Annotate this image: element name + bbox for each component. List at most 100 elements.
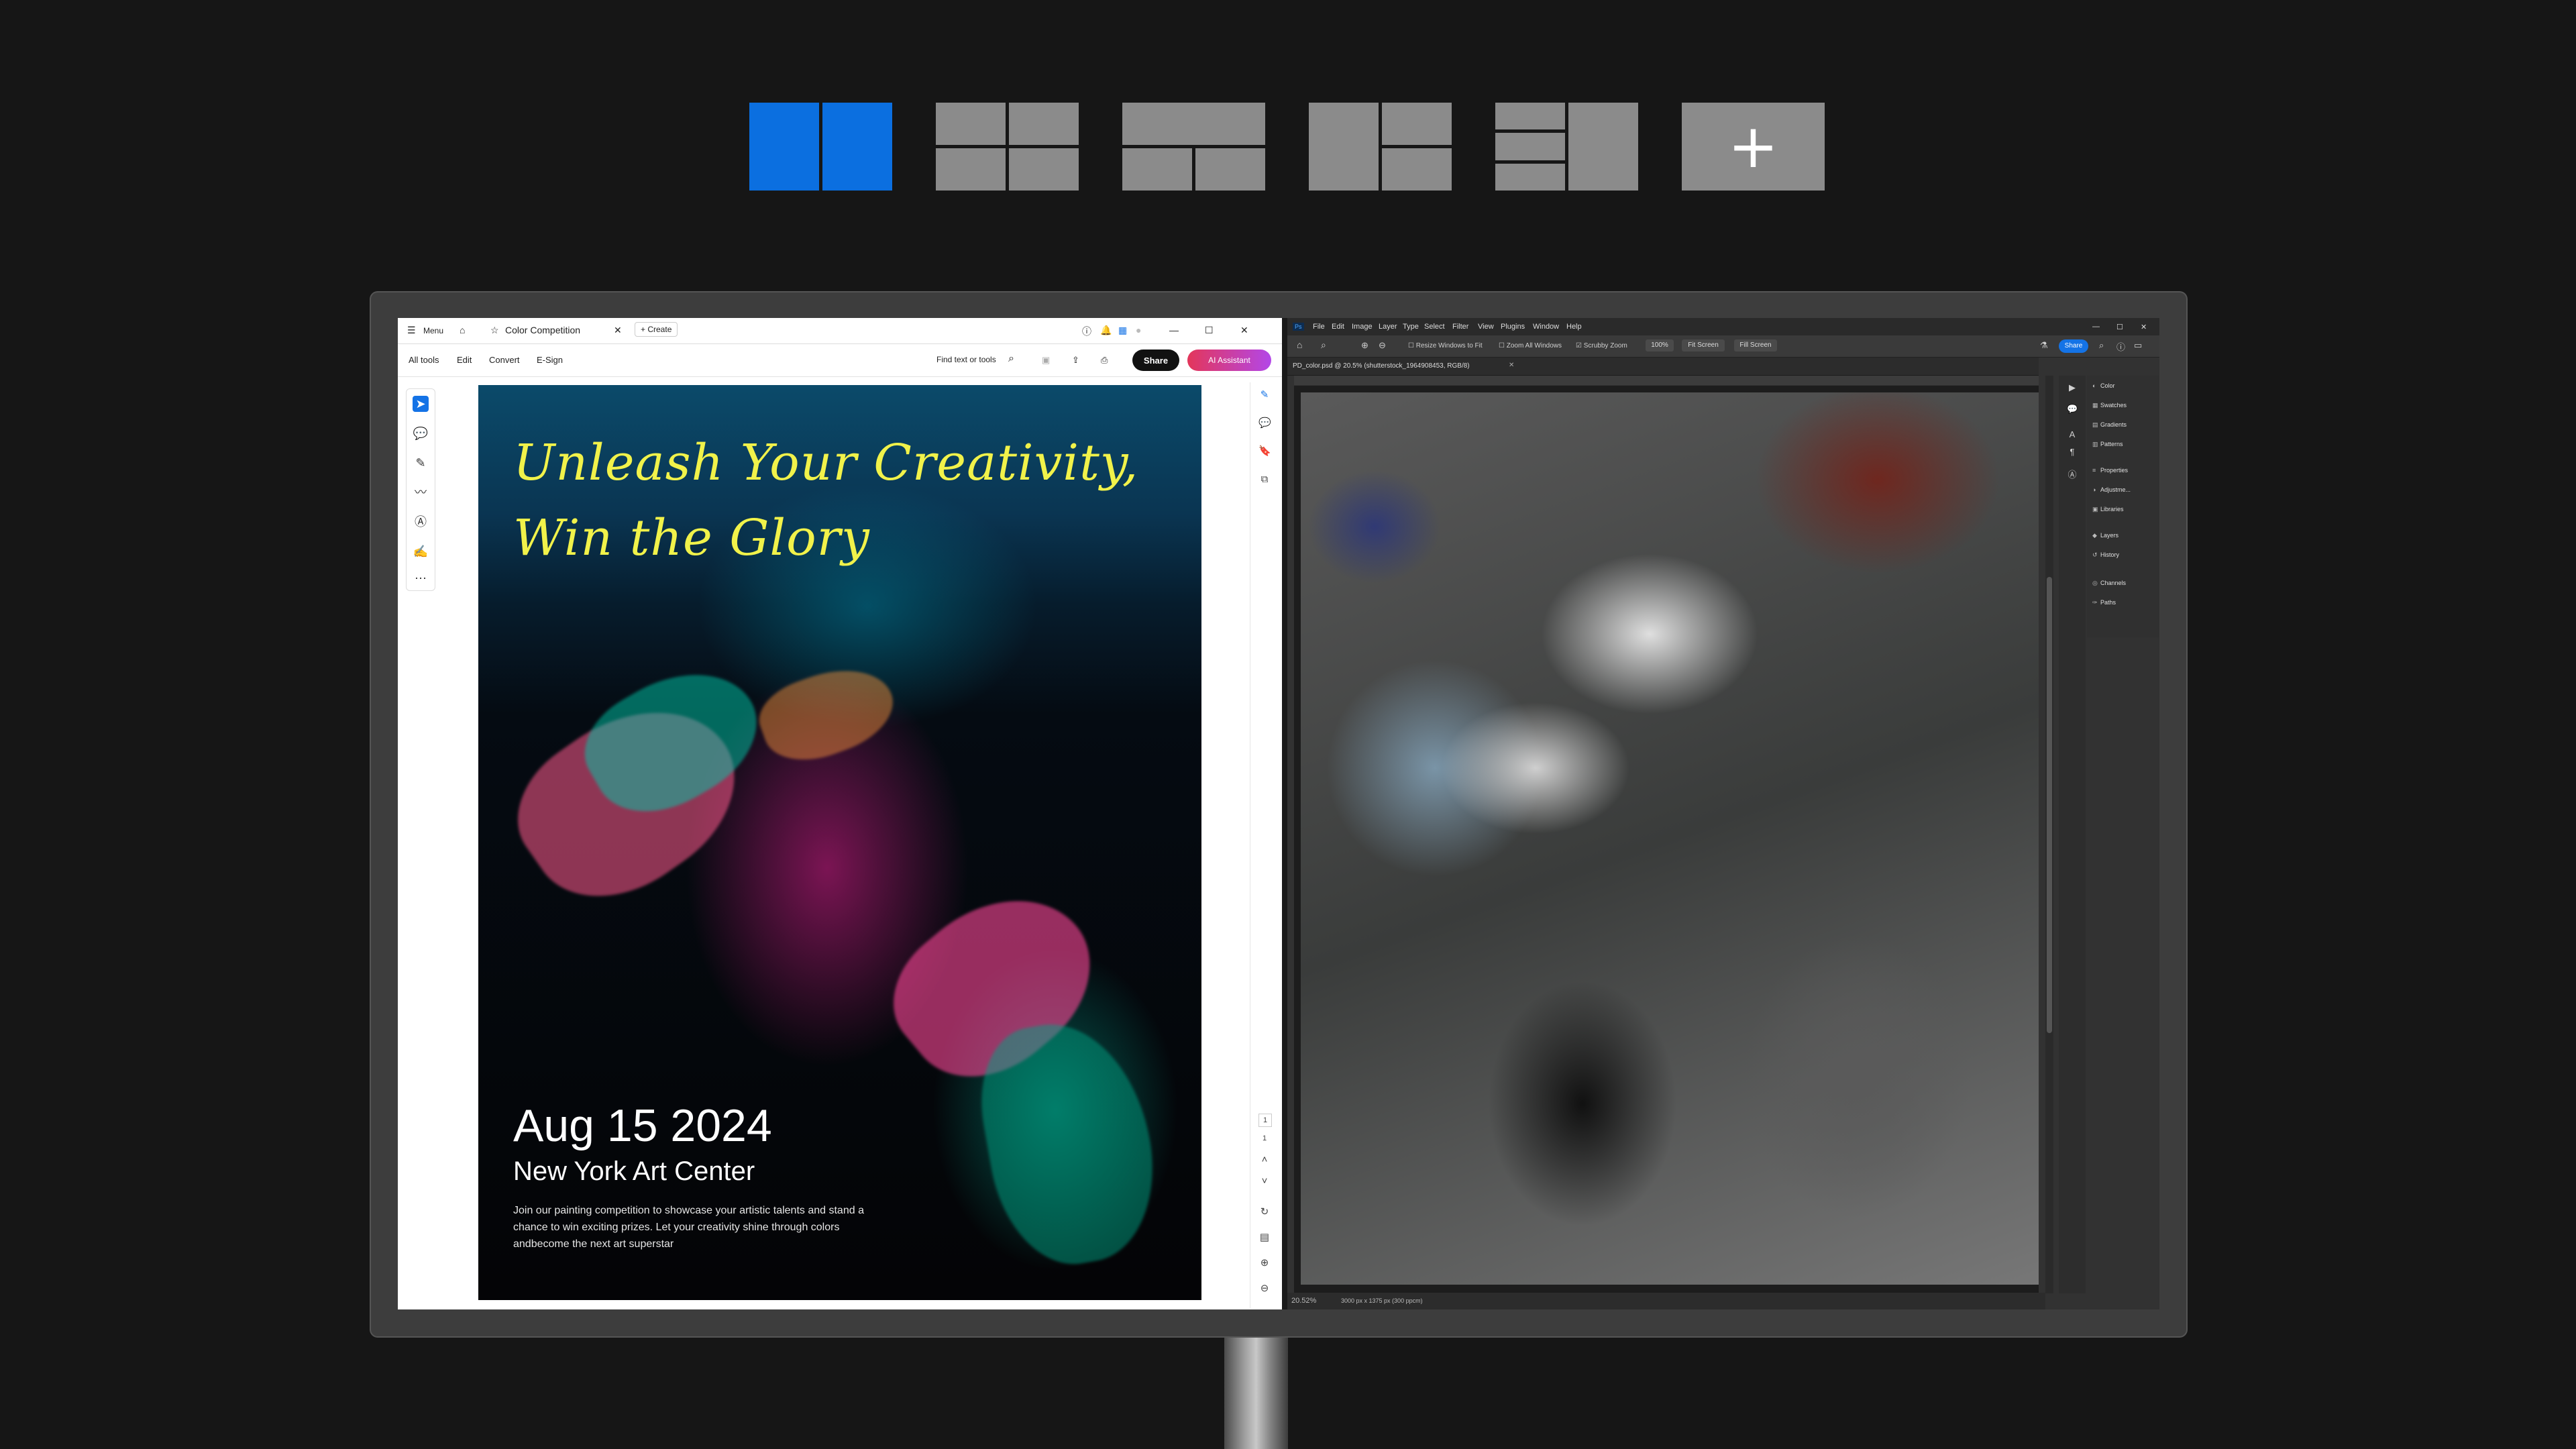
bell-icon[interactable]: 🔔 [1100,325,1112,336]
create-button[interactable]: + Create [635,322,678,337]
ps-comment-icon[interactable]: 💬 [2067,404,2078,415]
zoom-out-icon[interactable]: ⊖ [1258,1283,1271,1295]
ps-scroll-thumb[interactable] [2047,577,2052,1033]
layout-option-one-top-two-bottom[interactable] [1122,103,1265,191]
ps-menu-window[interactable]: Window [1533,323,1559,331]
draw-freeform-icon[interactable]: 〰 [413,484,429,500]
ps-fill-screen-button[interactable]: Fill Screen [1734,339,1777,352]
ps-panel-libraries[interactable]: ▣ Libraries [2092,506,2124,513]
menu-esign[interactable]: E-Sign [537,355,563,365]
layout-option-one-left-two-right-alt[interactable] [1309,103,1452,191]
apps-grid-icon[interactable]: ▦ [1118,325,1127,336]
page-number-field[interactable]: 1 [1258,1114,1272,1127]
ps-zoom-level[interactable]: 20.52% [1291,1297,1316,1305]
layout-option-add-custom[interactable]: + [1682,103,1825,191]
ps-panel-layers[interactable]: ◆ Layers [2092,532,2118,539]
ps-menu-view[interactable]: View [1478,323,1494,331]
menu-label[interactable]: Menu [423,326,443,335]
ps-resize-windows-checkbox[interactable]: ☐ Resize Windows to Fit [1408,342,1483,350]
find-tools-field[interactable]: Find text or tools [936,355,996,364]
home-icon[interactable]: ⌂ [460,325,465,335]
star-icon[interactable]: ☆ [490,325,499,336]
split-divider[interactable] [1282,318,1287,1309]
sign-icon[interactable]: ✍ [413,543,429,559]
ps-menu-edit[interactable]: Edit [1332,323,1344,331]
ps-panel-properties[interactable]: ≡ Properties [2092,467,2128,474]
chevron-up-icon[interactable]: ˄ [1258,1154,1271,1166]
chevron-down-icon[interactable]: ˅ [1258,1175,1271,1187]
menu-convert[interactable]: Convert [489,355,520,365]
close-window-icon[interactable]: ✕ [1240,325,1248,336]
add-text-icon[interactable]: Ⓐ [413,514,429,530]
copy-icon[interactable]: ⧉ [1258,474,1271,486]
comments-icon[interactable]: 💬 [1258,417,1271,429]
ps-zoom-tool-icon[interactable]: ⌕ [1321,339,1326,351]
layout-option-two-column[interactable] [749,103,892,191]
ps-panel-paths[interactable]: ✑ Paths [2092,599,2116,606]
ps-zoom-out-icon[interactable]: ⊖ [1379,340,1386,351]
ps-zoom-all-checkbox[interactable]: ☐ Zoom All Windows [1499,342,1562,350]
ps-paragraph-icon[interactable]: ¶ [2067,447,2078,458]
ps-share-button[interactable]: Share [2059,339,2088,353]
ps-panel-adjustments[interactable]: ◑ Adjustme... [2092,486,2131,493]
page-fit-icon[interactable]: ▤ [1258,1232,1271,1244]
print-icon[interactable]: ⎙ [1101,355,1108,366]
ps-panel-color[interactable]: ◐ Color [2092,382,2115,389]
ps-search-icon[interactable]: ⌕ [2099,340,2104,351]
ps-menu-plugins[interactable]: Plugins [1501,323,1525,331]
hamburger-icon[interactable]: ☰ [407,325,416,336]
save-icon[interactable]: ▣ [1042,355,1050,366]
ps-menu-image[interactable]: Image [1352,323,1373,331]
ps-scrubby-zoom-checkbox[interactable]: ☑ Scrubby Zoom [1576,342,1627,350]
add-comment-icon[interactable]: 💬 [413,425,429,441]
ps-menu-file[interactable]: File [1313,323,1325,331]
menu-edit[interactable]: Edit [457,355,472,365]
ps-zoom-100-button[interactable]: 100% [1646,339,1674,352]
maximize-icon[interactable]: ☐ [1205,325,1214,336]
ps-play-icon[interactable]: ▶ [2067,382,2078,393]
ps-glyphs-icon[interactable]: Ⓐ [2067,470,2078,480]
minimize-icon[interactable]: — [1169,325,1179,335]
ps-menu-help[interactable]: Help [1566,323,1582,331]
ps-zoom-in-icon[interactable]: ⊕ [1361,340,1368,351]
select-tool-icon[interactable]: ➤ [413,396,429,412]
ps-vertical-scrollbar[interactable] [2045,376,2053,1293]
ps-menu-layer[interactable]: Layer [1379,323,1397,331]
avatar[interactable]: ● [1136,325,1141,335]
ps-close-icon[interactable]: ✕ [2141,323,2147,331]
ps-panel-patterns[interactable]: ▥ Patterns [2092,441,2123,448]
ps-panel-channels[interactable]: ◎ Channels [2092,580,2126,587]
ps-maximize-icon[interactable]: ☐ [2116,323,2123,331]
ps-panel-gradients[interactable]: ▤ Gradients [2092,421,2127,429]
ps-panel-history[interactable]: ↺ History [2092,551,2119,559]
ps-help-icon[interactable]: ⓘ [2116,340,2125,353]
ps-home-icon[interactable]: ⌂ [1297,339,1302,350]
bookmarks-icon[interactable]: 🔖 [1258,445,1271,458]
tab-color-competition[interactable]: Color Competition [505,325,580,335]
highlight-pen-icon[interactable]: ✎ [413,455,429,471]
ps-panel-swatches[interactable]: ▦ Swatches [2092,402,2127,409]
layout-option-one-left-two-right[interactable] [936,103,1079,191]
ps-workspace-icon[interactable]: ▭ [2134,340,2142,351]
ps-flask-icon[interactable]: ⚗ [2040,340,2048,351]
ps-fit-screen-button[interactable]: Fit Screen [1682,339,1725,352]
more-tools-icon[interactable]: ⋯ [413,570,429,586]
help-icon[interactable]: ⓘ [1082,325,1091,338]
ps-character-icon[interactable]: A [2067,429,2078,440]
ai-assistant-button[interactable]: AI Assistant [1187,350,1271,371]
close-tab-icon[interactable]: ✕ [614,325,622,336]
edit-pdf-icon[interactable]: ✎ [1258,389,1271,401]
rotate-icon[interactable]: ↻ [1258,1206,1271,1218]
ps-canvas-area[interactable] [1294,386,2039,1293]
ps-document-tab[interactable]: PD_color.psd @ 20.5% (shutterstock_19649… [1293,362,1470,370]
ps-minimize-icon[interactable]: — [2092,323,2100,331]
ps-menu-type[interactable]: Type [1403,323,1419,331]
zoom-in-icon[interactable]: ⊕ [1258,1257,1271,1269]
share-button[interactable]: Share [1132,350,1179,371]
ps-menu-select[interactable]: Select [1424,323,1445,331]
upload-icon[interactable]: ⇪ [1072,355,1079,366]
ps-menu-filter[interactable]: Filter [1452,323,1468,331]
layout-option-three-left-one-right[interactable] [1495,103,1638,191]
menu-all-tools[interactable]: All tools [409,355,439,365]
ps-document-close-icon[interactable]: ✕ [1509,362,1514,369]
